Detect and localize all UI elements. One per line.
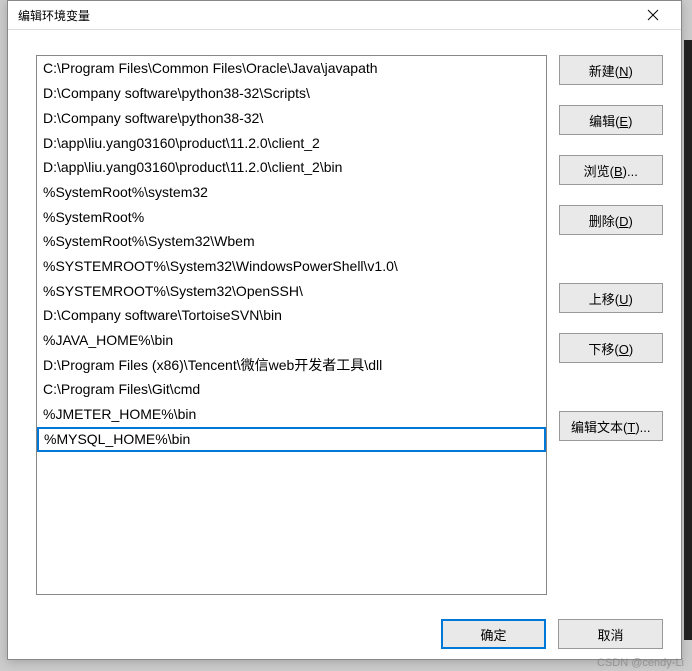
new-button[interactable]: 新建(N) <box>559 55 663 85</box>
list-item[interactable]: D:\Program Files (x86)\Tencent\微信web开发者工… <box>37 353 546 378</box>
edit-text-button[interactable]: 编辑文本(T)... <box>559 411 663 441</box>
list-item[interactable]: C:\Program Files\Common Files\Oracle\Jav… <box>37 56 546 81</box>
list-item[interactable]: D:\Company software\python38-32\Scripts\ <box>37 81 546 106</box>
edit-button[interactable]: 编辑(E) <box>559 105 663 135</box>
list-item[interactable]: %SystemRoot%\system32 <box>37 180 546 205</box>
list-item-editing[interactable] <box>37 427 546 452</box>
move-down-button[interactable]: 下移(O) <box>559 333 663 363</box>
list-item[interactable]: %SYSTEMROOT%\System32\OpenSSH\ <box>37 279 546 304</box>
list-item[interactable]: %JMETER_HOME%\bin <box>37 402 546 427</box>
cancel-button[interactable]: 取消 <box>558 619 663 649</box>
list-item[interactable]: D:\app\liu.yang03160\product\11.2.0\clie… <box>37 131 546 156</box>
list-item[interactable]: %SystemRoot% <box>37 205 546 230</box>
list-item[interactable]: D:\app\liu.yang03160\product\11.2.0\clie… <box>37 155 546 180</box>
ok-button[interactable]: 确定 <box>441 619 546 649</box>
close-button[interactable] <box>633 1 673 29</box>
list-item[interactable]: C:\Program Files\Git\cmd <box>37 377 546 402</box>
list-item[interactable]: D:\Company software\python38-32\ <box>37 106 546 131</box>
titlebar: 编辑环境变量 <box>8 1 681 30</box>
list-item[interactable]: %SYSTEMROOT%\System32\WindowsPowerShell\… <box>37 254 546 279</box>
dialog-title: 编辑环境变量 <box>18 7 90 24</box>
dialog-footer: 确定 取消 <box>8 609 681 659</box>
path-edit-input[interactable] <box>38 428 545 451</box>
button-column: 新建(N) 编辑(E) 浏览(B)... 删除(D) 上移(U) 下移(O) 编… <box>559 55 663 595</box>
list-item[interactable]: %SystemRoot%\System32\Wbem <box>37 229 546 254</box>
close-icon <box>647 9 659 21</box>
path-listbox[interactable]: C:\Program Files\Common Files\Oracle\Jav… <box>36 55 547 595</box>
edit-env-var-dialog: 编辑环境变量 C:\Program Files\Common Files\Ora… <box>7 0 682 660</box>
watermark: CSDN @cendy-Li <box>597 657 684 669</box>
list-item[interactable]: %JAVA_HOME%\bin <box>37 328 546 353</box>
list-item[interactable]: D:\Company software\TortoiseSVN\bin <box>37 303 546 328</box>
dialog-content: C:\Program Files\Common Files\Oracle\Jav… <box>8 30 681 609</box>
browse-button[interactable]: 浏览(B)... <box>559 155 663 185</box>
delete-button[interactable]: 删除(D) <box>559 205 663 235</box>
move-up-button[interactable]: 上移(U) <box>559 283 663 313</box>
